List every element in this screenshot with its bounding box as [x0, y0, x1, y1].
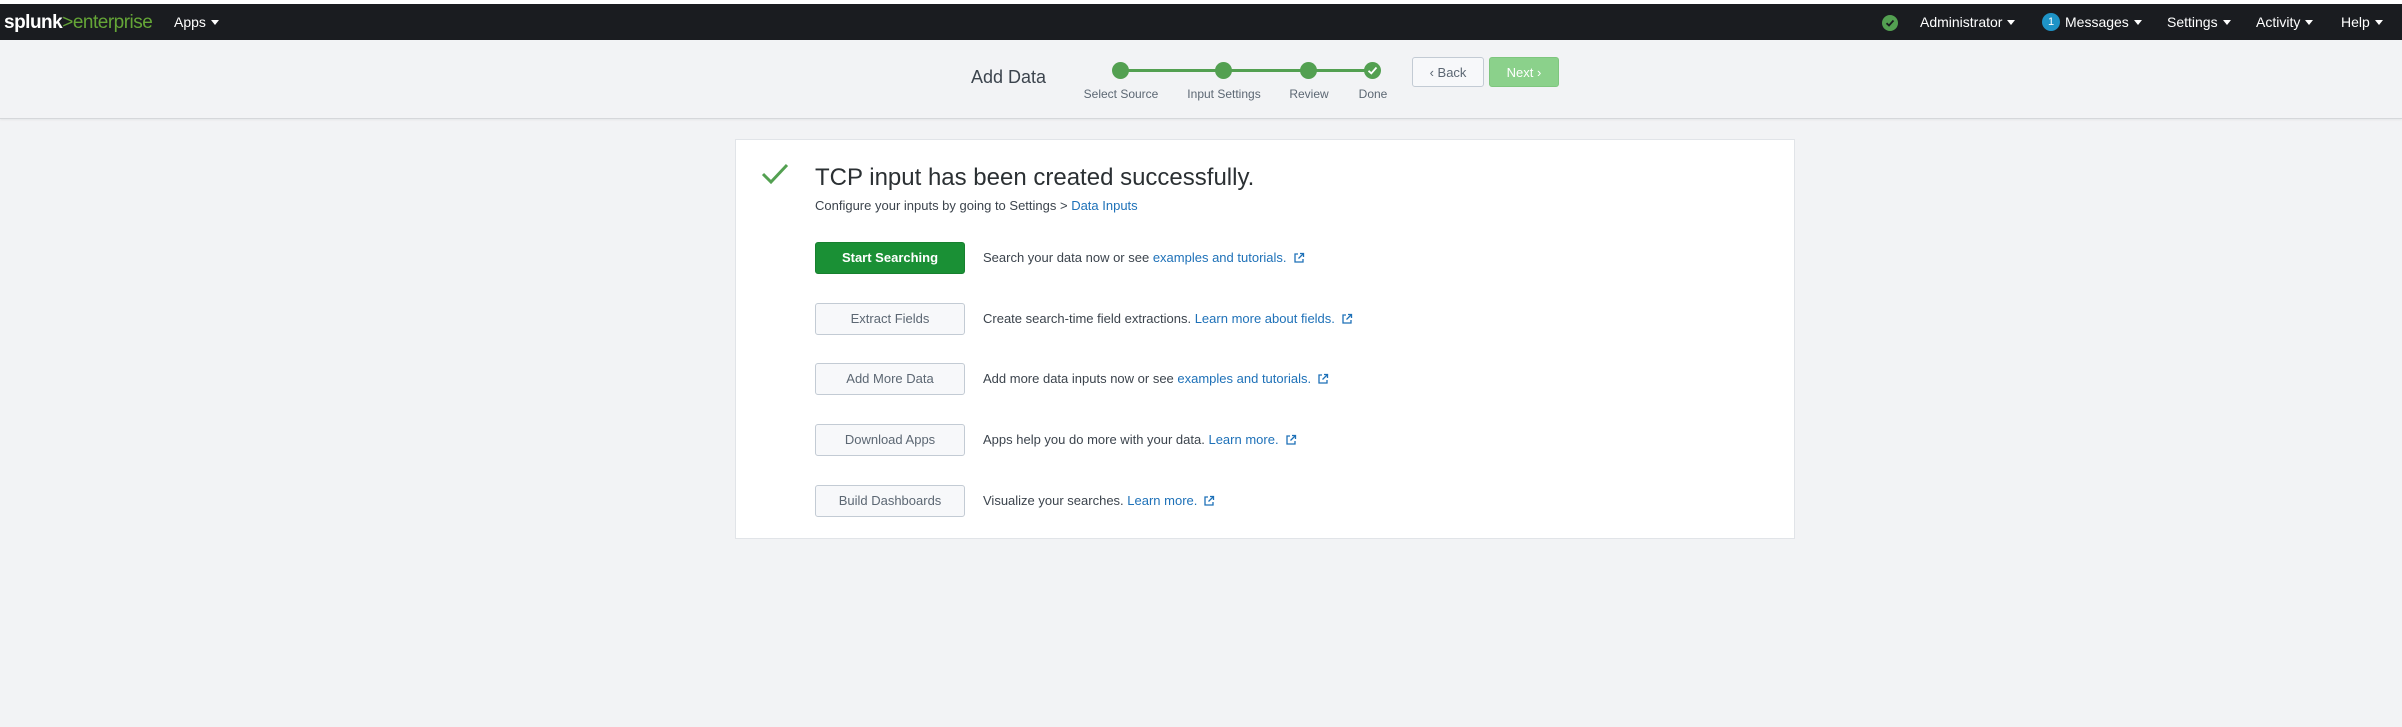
next-button[interactable]: Next › — [1489, 57, 1559, 87]
examples-tutorials-link[interactable]: examples and tutorials. — [1177, 371, 1311, 386]
download-apps-button[interactable]: Download Apps — [815, 424, 965, 456]
top-navbar: splunk>enterprise Apps Administrator 1 Me… — [0, 4, 2402, 40]
success-check-icon — [761, 163, 789, 185]
activity-menu[interactable]: Activity — [2256, 14, 2314, 30]
settings-menu[interactable]: Settings — [2167, 14, 2231, 30]
step-label: Done — [1358, 87, 1388, 101]
data-inputs-link[interactable]: Data Inputs — [1071, 198, 1138, 213]
learn-more-fields-link[interactable]: Learn more about fields. — [1195, 311, 1335, 326]
caret-down-icon — [2133, 19, 2142, 25]
administrator-menu[interactable]: Administrator — [1920, 14, 2016, 30]
caret-down-icon — [2374, 19, 2383, 25]
help-menu[interactable]: Help — [2341, 14, 2383, 30]
success-panel: TCP input has been created successfully.… — [735, 139, 1795, 539]
caret-down-icon — [2305, 19, 2314, 25]
caret-down-icon — [210, 19, 219, 25]
step-label: Input Settings — [1187, 87, 1261, 101]
add-more-data-button[interactable]: Add More Data — [815, 363, 965, 395]
back-button[interactable]: ‹ Back — [1412, 57, 1484, 87]
build-dashboards-button[interactable]: Build Dashboards — [815, 485, 965, 517]
external-link-icon — [1318, 373, 1329, 384]
wizard-progress-line — [1120, 69, 1372, 72]
external-link-icon — [1342, 313, 1353, 324]
add-data-wizard-header: Add Data Select Source Input Settings Re… — [0, 40, 2402, 119]
messages-menu[interactable]: 1 Messages — [2042, 13, 2142, 32]
apps-menu[interactable]: Apps — [174, 14, 219, 30]
page-title: Add Data — [971, 67, 1047, 87]
action-row-build-dashboards: Build Dashboards Visualize your searches… — [815, 485, 1775, 517]
check-icon — [1367, 66, 1378, 75]
step-dot-done — [1364, 62, 1381, 79]
caret-down-icon — [2222, 19, 2231, 25]
step-label: Review — [1289, 87, 1329, 101]
step-label: Select Source — [1083, 87, 1159, 101]
start-searching-button[interactable]: Start Searching — [815, 242, 965, 274]
external-link-icon — [1204, 495, 1215, 506]
extract-fields-button[interactable]: Extract Fields — [815, 303, 965, 335]
step-dot-input-settings — [1215, 62, 1232, 79]
examples-tutorials-link[interactable]: examples and tutorials. — [1153, 250, 1287, 265]
success-subtitle: Configure your inputs by going to Settin… — [815, 198, 1138, 213]
external-link-icon — [1285, 434, 1296, 445]
learn-more-link[interactable]: Learn more. — [1127, 493, 1197, 508]
action-row-download-apps: Download Apps Apps help you do more with… — [815, 424, 1775, 456]
action-row-start-searching: Start Searching Search your data now or … — [815, 242, 1775, 274]
messages-count-badge: 1 — [2042, 13, 2060, 32]
splunk-logo[interactable]: splunk>enterprise — [4, 12, 153, 34]
caret-down-icon — [2007, 19, 2016, 25]
success-title: TCP input has been created successfully. — [815, 164, 1255, 191]
step-dot-select-source — [1112, 62, 1129, 79]
action-row-add-more-data: Add More Data Add more data inputs now o… — [815, 363, 1775, 395]
action-row-extract-fields: Extract Fields Create search-time field … — [815, 303, 1775, 335]
step-dot-review — [1300, 62, 1317, 79]
health-status-icon[interactable] — [1882, 15, 1898, 31]
external-link-icon — [1293, 252, 1304, 263]
learn-more-link[interactable]: Learn more. — [1208, 432, 1278, 447]
